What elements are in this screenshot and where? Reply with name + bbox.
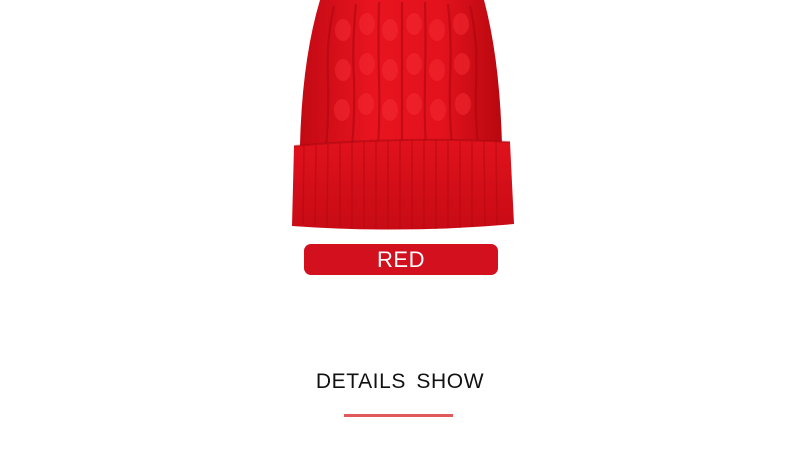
red-beanie-image: [282, 0, 522, 236]
title-underline: [344, 414, 453, 417]
section-title: DETAILS SHOW: [315, 370, 485, 393]
color-label-badge: RED: [304, 244, 498, 275]
